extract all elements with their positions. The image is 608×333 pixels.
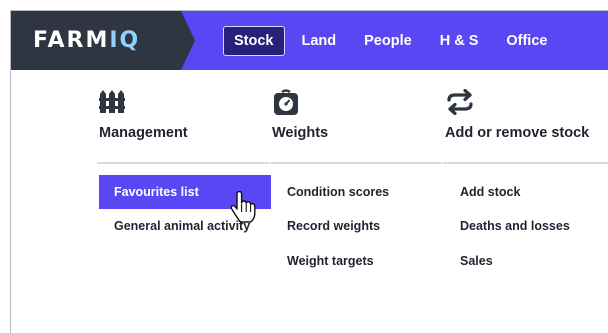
app-window: FARMIQ Stock Land People H & S Office Ma… — [10, 10, 608, 333]
nav-tab-office[interactable]: Office — [495, 26, 558, 56]
management-heading: Management — [99, 125, 188, 141]
add-remove-stock-heading: Add or remove stock — [445, 125, 590, 141]
menu-link-condition-scores[interactable]: Condition scores — [272, 175, 442, 209]
weights-heading: Weights — [272, 125, 329, 141]
swap-arrows-icon — [447, 89, 473, 115]
column-divider — [97, 162, 269, 164]
hand-pointer-cursor-icon — [230, 191, 256, 223]
menu-link-record-weights[interactable]: Record weights — [272, 209, 442, 243]
nav-tab-stock[interactable]: Stock — [223, 26, 285, 56]
farmiq-logo[interactable]: FARMIQ — [11, 11, 206, 70]
main-nav: Stock Land People H & S Office — [223, 26, 564, 56]
menu-link-weight-targets[interactable]: Weight targets — [272, 244, 442, 278]
scale-icon — [274, 89, 298, 115]
top-navigation-bar: FARMIQ Stock Land People H & S Office — [11, 11, 608, 70]
nav-tab-health-safety[interactable]: H & S — [429, 26, 490, 56]
column-divider — [443, 162, 608, 164]
nav-tab-people[interactable]: People — [353, 26, 423, 56]
nav-tab-land[interactable]: Land — [291, 26, 348, 56]
menu-column-weights: Weights — [270, 89, 442, 171]
logo-wordmark: FARMIQ — [33, 28, 141, 53]
menu-column-management: Management — [97, 89, 269, 171]
fence-icon — [99, 90, 125, 113]
menu-link-add-stock[interactable]: Add stock — [445, 175, 608, 209]
menu-link-sales[interactable]: Sales — [445, 244, 608, 278]
menu-column-add-remove-stock: Add or remove stock — [443, 89, 608, 171]
column-divider — [270, 162, 442, 164]
menu-link-deaths-and-losses[interactable]: Deaths and losses — [445, 209, 608, 243]
